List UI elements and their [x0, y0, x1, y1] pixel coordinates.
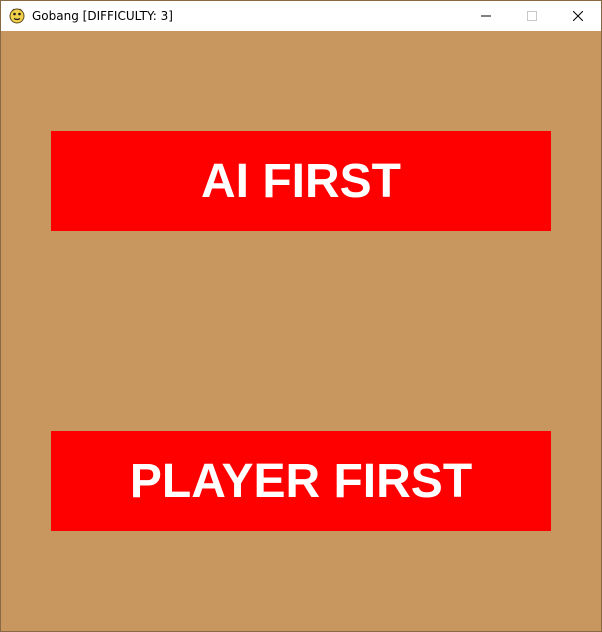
maximize-icon [527, 11, 537, 21]
maximize-button[interactable] [509, 1, 555, 31]
player-first-label: PLAYER FIRST [129, 454, 473, 508]
minimize-icon [481, 11, 491, 21]
ai-first-button[interactable]: AI FIRST [51, 131, 551, 231]
title-bar[interactable]: Gobang [DIFFICULTY: 3] [1, 1, 601, 31]
game-board-area: AI FIRST PLAYER FIRST [1, 31, 601, 631]
python-snake-icon [9, 8, 25, 24]
player-first-button[interactable]: PLAYER FIRST [51, 431, 551, 531]
game-window: Gobang [DIFFICULTY: 3] AI FIRST PLAYER F… [0, 0, 602, 632]
close-button[interactable] [555, 1, 601, 31]
minimize-button[interactable] [463, 1, 509, 31]
close-icon [573, 11, 583, 21]
window-title: Gobang [DIFFICULTY: 3] [32, 9, 173, 23]
ai-first-label: AI FIRST [201, 154, 401, 208]
